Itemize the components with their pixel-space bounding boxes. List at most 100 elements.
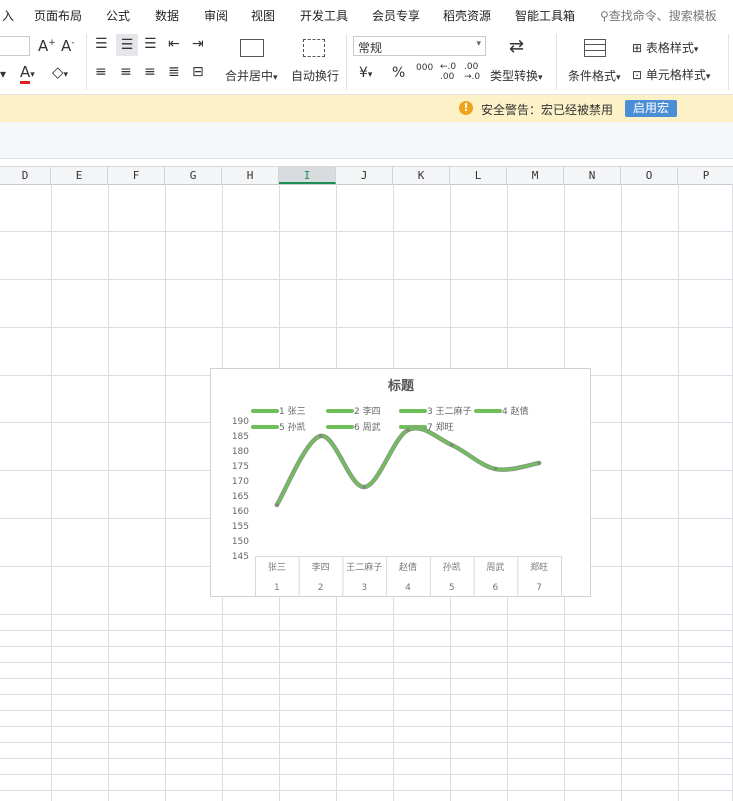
auto-wrap-icon[interactable] bbox=[303, 39, 325, 57]
percent-button[interactable]: % bbox=[392, 65, 405, 81]
y-tick-label: 150 bbox=[232, 537, 249, 547]
align-right-icon[interactable]: ≡ bbox=[144, 64, 156, 80]
data-point bbox=[406, 428, 410, 432]
series-line[interactable] bbox=[275, 427, 541, 507]
category-label: 郑旺 bbox=[530, 561, 548, 573]
legend-label: 1 张三 bbox=[279, 406, 306, 417]
warning-icon: ! bbox=[459, 101, 473, 115]
column-header-d[interactable]: D bbox=[0, 167, 51, 184]
y-tick-label: 145 bbox=[232, 552, 249, 562]
conditional-format-button[interactable]: 条件格式▾ bbox=[568, 67, 621, 84]
ribbon-toolbar: A+ A- ▾ A▾ ◇▾ ☰ ☰ ☰ ⇤ ⇥ ≡ ≡ ≡ ≣ ⊟ 合并居中▾ … bbox=[0, 30, 733, 95]
category-number: 4 bbox=[405, 583, 411, 593]
data-point bbox=[450, 443, 454, 447]
category-label: 赵倩 bbox=[399, 561, 417, 573]
column-header-e[interactable]: E bbox=[51, 167, 108, 184]
category-number: 5 bbox=[449, 583, 455, 593]
y-tick-label: 175 bbox=[232, 462, 249, 472]
indent-increase-icon[interactable]: ⇥ bbox=[192, 36, 204, 52]
chart[interactable]: 标题 1 张三 2 李四 3 王二麻子 4 赵倩 5 孙凯 6 周武 7 郑旺 145 150 15… bbox=[210, 368, 591, 597]
enable-macro-button[interactable]: 启用宏 bbox=[625, 100, 677, 117]
column-header-p[interactable]: P bbox=[678, 167, 733, 184]
currency-button[interactable]: ¥▾ bbox=[359, 65, 372, 81]
indent-decrease-icon[interactable]: ⇤ bbox=[168, 36, 180, 52]
category-label: 孙凯 bbox=[443, 561, 461, 573]
font-color-icon[interactable]: A▾ bbox=[20, 63, 35, 84]
column-header-k[interactable]: K bbox=[393, 167, 450, 184]
separator bbox=[556, 34, 557, 90]
auto-wrap-button[interactable]: 自动换行 bbox=[291, 67, 339, 84]
merge-center-label: 合并居中 bbox=[225, 69, 274, 83]
menu-data[interactable]: 数据 bbox=[155, 7, 179, 24]
category-number: 2 bbox=[318, 583, 324, 593]
column-header-m[interactable]: M bbox=[507, 167, 564, 184]
merge-center-icon[interactable] bbox=[240, 39, 264, 57]
y-tick-label: 190 bbox=[232, 417, 249, 427]
eraser-icon[interactable]: ◇▾ bbox=[52, 63, 68, 81]
category-number: 1 bbox=[274, 583, 280, 593]
data-point bbox=[362, 485, 366, 489]
menu-view[interactable]: 视图 bbox=[251, 7, 275, 24]
table-style-button[interactable]: ⊞ 表格样式▾ bbox=[632, 39, 698, 56]
cell-style-icon: ⊡ bbox=[632, 68, 643, 82]
fill-color-dropdown-icon[interactable]: ▾ bbox=[0, 67, 6, 81]
increase-font-icon[interactable]: A+ bbox=[38, 37, 56, 55]
menu-formula[interactable]: 公式 bbox=[106, 7, 130, 24]
thousands-button[interactable]: 000 bbox=[416, 64, 433, 73]
align-bottom-icon[interactable]: ☰ bbox=[144, 36, 157, 52]
y-tick-label: 165 bbox=[232, 492, 249, 502]
justify-icon[interactable]: ≣ bbox=[168, 64, 180, 80]
legend-label: 2 李四 bbox=[354, 405, 381, 417]
category-label: 王二麻子 bbox=[346, 561, 382, 573]
font-size-box[interactable] bbox=[0, 36, 30, 56]
align-left-icon[interactable]: ≡ bbox=[95, 64, 107, 80]
formula-bar[interactable] bbox=[0, 122, 733, 159]
y-tick-label: 160 bbox=[232, 507, 249, 517]
number-format-select[interactable]: 常规 ▾ bbox=[353, 36, 486, 56]
column-header-l[interactable]: L bbox=[450, 167, 507, 184]
cell-style-button[interactable]: ⊡ 单元格样式▾ bbox=[632, 66, 710, 83]
column-header-j[interactable]: J bbox=[336, 167, 393, 184]
currency-symbol: ¥ bbox=[359, 65, 368, 81]
menu-smart-toolbox[interactable]: 智能工具箱 bbox=[515, 7, 575, 24]
category-label: 李四 bbox=[312, 561, 330, 573]
column-header-n[interactable]: N bbox=[564, 167, 621, 184]
legend-label: 3 王二麻子 bbox=[427, 405, 472, 417]
merge-center-button[interactable]: 合并居中▾ bbox=[225, 67, 278, 84]
type-convert-icon[interactable]: ⇄ bbox=[509, 36, 524, 57]
table-style-label: 表格样式 bbox=[645, 41, 694, 55]
separator bbox=[86, 34, 87, 90]
align-middle-icon[interactable]: ☰ bbox=[116, 34, 138, 56]
separator bbox=[728, 34, 729, 90]
menu-insert[interactable]: 入 bbox=[2, 7, 14, 24]
column-header-h[interactable]: H bbox=[222, 167, 279, 184]
data-point bbox=[537, 461, 541, 465]
category-number: 6 bbox=[493, 583, 499, 593]
increase-decimal-button[interactable]: ←.0 .00 bbox=[440, 62, 456, 82]
command-search[interactable]: ⚲查找命令、搜索模板 bbox=[600, 7, 717, 24]
y-tick-label: 155 bbox=[232, 522, 249, 532]
number-format-value: 常规 bbox=[358, 41, 383, 55]
column-header-g[interactable]: G bbox=[165, 167, 222, 184]
column-header-f[interactable]: F bbox=[108, 167, 165, 184]
menu-member[interactable]: 会员专享 bbox=[372, 7, 420, 24]
macro-warning-bar: ! 安全警告：宏已经被禁用 启用宏 bbox=[0, 95, 733, 122]
category-number: 3 bbox=[361, 583, 367, 593]
conditional-format-icon[interactable] bbox=[584, 39, 606, 57]
distributed-icon[interactable]: ⊟ bbox=[192, 64, 204, 80]
menu-docer[interactable]: 稻壳资源 bbox=[443, 7, 491, 24]
data-point bbox=[493, 467, 498, 471]
column-header-i[interactable]: I bbox=[279, 167, 336, 184]
align-top-icon[interactable]: ☰ bbox=[95, 36, 108, 52]
decrease-font-icon[interactable]: A- bbox=[61, 37, 75, 55]
y-tick-label: 180 bbox=[232, 447, 249, 457]
search-icon: ⚲ bbox=[600, 9, 609, 23]
separator bbox=[346, 34, 347, 90]
menu-page-layout[interactable]: 页面布局 bbox=[34, 7, 82, 24]
type-convert-button[interactable]: 类型转换▾ bbox=[490, 67, 543, 84]
column-header-o[interactable]: O bbox=[621, 167, 678, 184]
menu-review[interactable]: 审阅 bbox=[204, 7, 228, 24]
align-center-icon[interactable]: ≡ bbox=[120, 64, 132, 80]
menu-developer[interactable]: 开发工具 bbox=[300, 7, 348, 24]
decrease-decimal-button[interactable]: .00 →.0 bbox=[464, 62, 480, 82]
